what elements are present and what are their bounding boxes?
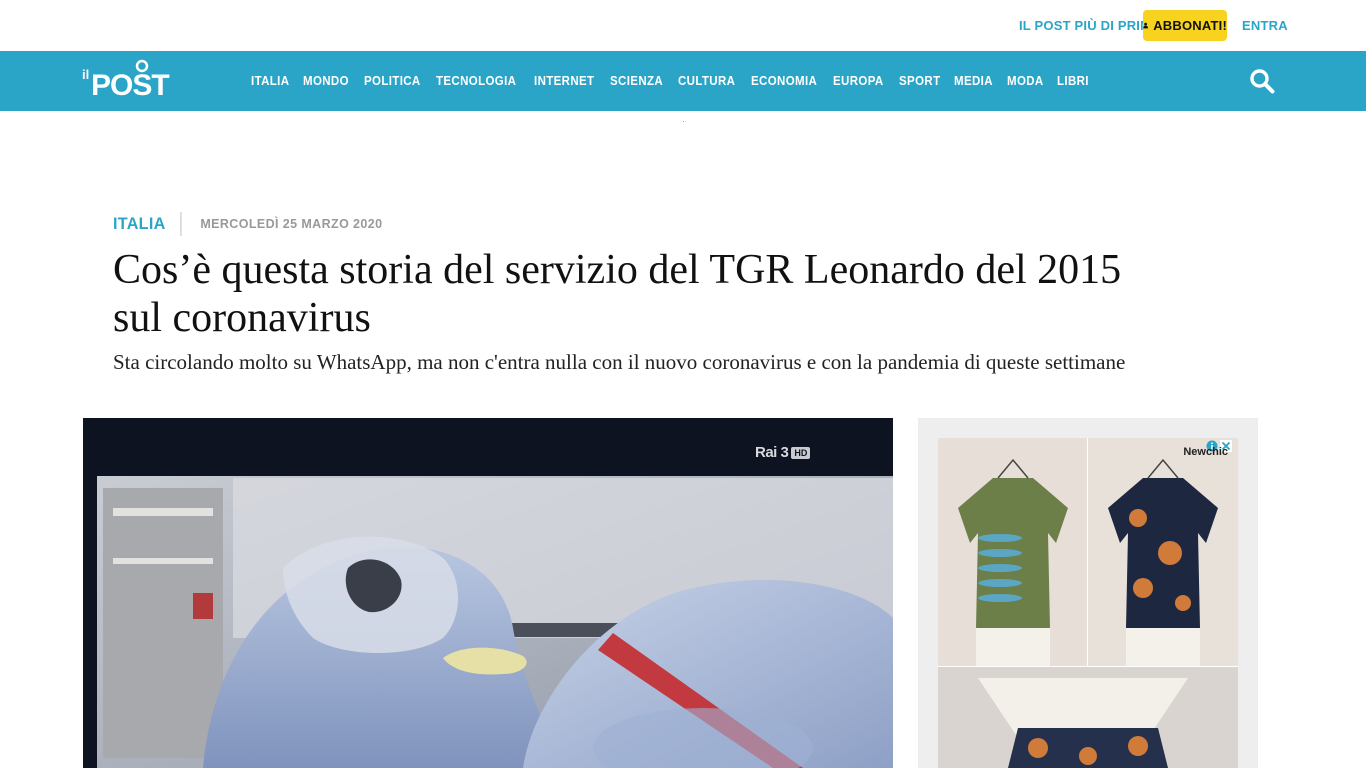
svg-text:POST: POST	[91, 69, 169, 101]
section-nav: ITALIA MONDO POLITICA TECNOLOGIA INTERNE…	[251, 51, 1102, 111]
nav-item-scienza[interactable]: SCIENZA	[610, 74, 663, 88]
article-hero-image[interactable]: Rai 3 HD	[83, 418, 893, 768]
ad-brand-label: Newchic	[1183, 446, 1228, 458]
main-navbar: il POST ITALIA MONDO POLITICA TECNOLOGIA…	[0, 51, 1366, 111]
nav-item-moda[interactable]: MODA	[1007, 74, 1044, 88]
nav-item-tecnologia[interactable]: TECNOLOGIA	[436, 74, 516, 88]
article-headline: Cos’è questa storia del servizio del TGR…	[113, 247, 1122, 341]
il-post-logo[interactable]: il POST	[82, 59, 186, 101]
nav-item-cultura[interactable]: CULTURA	[678, 74, 735, 88]
sidebar-ad: Newchic	[918, 418, 1258, 768]
ad-placeholder	[683, 121, 684, 122]
search-icon[interactable]	[1249, 68, 1275, 94]
nav-item-mondo[interactable]: MONDO	[303, 74, 349, 88]
user-icon	[1143, 22, 1149, 29]
abbonati-button[interactable]: ABBONATI!	[1143, 10, 1227, 41]
article-category-link[interactable]: ITALIA	[113, 212, 182, 236]
nav-item-economia[interactable]: ECONOMIA	[751, 74, 817, 88]
entra-link[interactable]: ENTRA	[1242, 10, 1288, 41]
nav-item-politica[interactable]: POLITICA	[364, 74, 421, 88]
post-piu-di-prima-link[interactable]: IL POST PIÙ DI PRIMA	[1019, 10, 1161, 41]
top-utility-bar: IL POST PIÙ DI PRIMA ABBONATI! ENTRA	[0, 0, 1366, 51]
nav-item-italia[interactable]: ITALIA	[251, 74, 289, 88]
ad-creative[interactable]: Newchic	[938, 438, 1238, 768]
article-meta: ITALIA MERCOLEDÌ 25 MARZO 2020	[113, 212, 382, 236]
channel-hd-badge: HD	[791, 446, 811, 459]
channel-logo: Rai 3	[755, 444, 789, 461]
ad-product-image	[938, 438, 1238, 768]
article-date: MERCOLEDÌ 25 MARZO 2020	[200, 217, 383, 231]
hero-image-illustration	[83, 418, 893, 768]
nav-item-sport[interactable]: SPORT	[899, 74, 940, 88]
nav-item-europa[interactable]: EUROPA	[833, 74, 884, 88]
article-summary: Sta circolando molto su WhatsApp, ma non…	[113, 350, 1126, 374]
nav-item-libri[interactable]: LIBRI	[1057, 74, 1089, 88]
nav-item-media[interactable]: MEDIA	[954, 74, 993, 88]
abbonati-label: ABBONATI!	[1153, 18, 1227, 33]
svg-text:il: il	[82, 67, 89, 82]
nav-item-internet[interactable]: INTERNET	[534, 74, 594, 88]
channel-logo-overlay: Rai 3 HD	[755, 444, 811, 461]
